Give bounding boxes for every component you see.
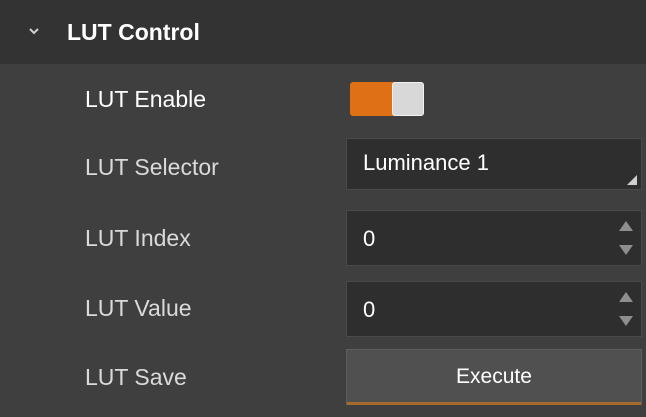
lut-value-spinbox[interactable]: 0 xyxy=(346,281,642,337)
lut-enable-toggle[interactable] xyxy=(350,82,426,116)
lut-enable-label: LUT Enable xyxy=(85,86,207,112)
lut-selector-dropdown[interactable]: Luminance 1 xyxy=(346,138,642,190)
toggle-knob xyxy=(392,82,424,116)
lut-selector-value: Luminance 1 xyxy=(363,150,489,175)
lut-selector-label: LUT Selector xyxy=(85,154,219,180)
toggle-track xyxy=(350,82,398,116)
section-title: LUT Control xyxy=(67,19,200,45)
chevron-down-icon[interactable] xyxy=(27,24,41,38)
spin-down-icon[interactable] xyxy=(619,245,633,255)
dropdown-corner-icon xyxy=(627,175,637,185)
spin-up-icon[interactable] xyxy=(619,221,633,231)
execute-button[interactable]: Execute xyxy=(346,349,642,405)
lut-index-value: 0 xyxy=(363,226,376,251)
lut-save-label: LUT Save xyxy=(85,364,187,390)
lut-value-value: 0 xyxy=(363,297,376,322)
lut-control-panel: LUT Control LUT Enable LUT Selector Lumi… xyxy=(0,0,646,417)
lut-value-label: LUT Value xyxy=(85,295,192,321)
lut-index-label: LUT Index xyxy=(85,225,191,251)
lut-index-spinbox[interactable]: 0 xyxy=(346,210,642,266)
spin-up-icon[interactable] xyxy=(619,292,633,302)
section-header[interactable]: LUT Control xyxy=(0,0,646,64)
spin-down-icon[interactable] xyxy=(619,316,633,326)
